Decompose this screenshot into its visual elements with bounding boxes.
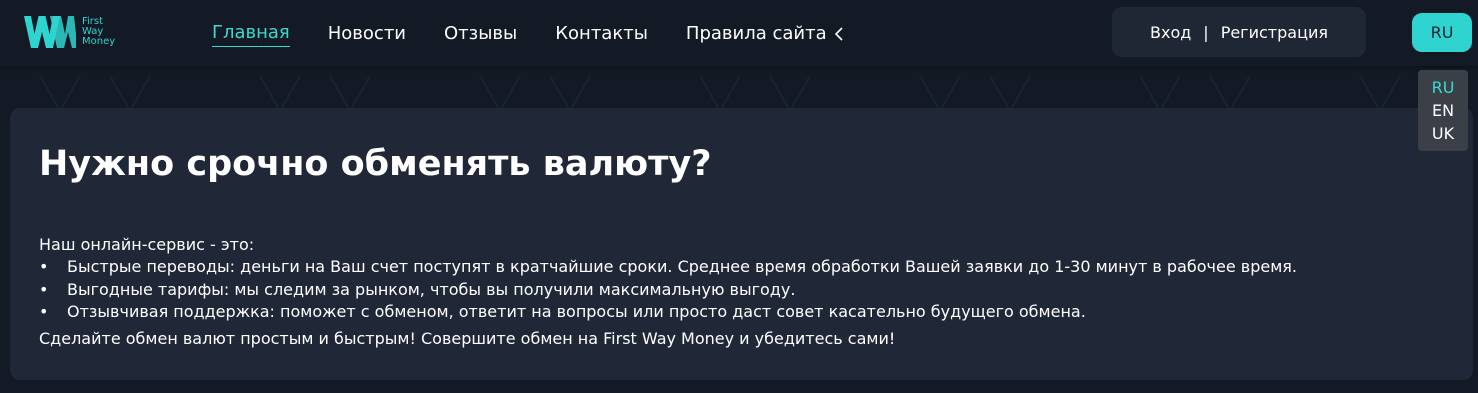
- list-item: • Отзывчивая поддержка: поможет с обмено…: [39, 301, 1297, 324]
- site-header: First Way Money Главная Новости Отзывы К…: [0, 0, 1478, 66]
- page-title: Нужно срочно обменять валюту?: [39, 144, 712, 184]
- main-nav: Главная Новости Отзывы Контакты Правила …: [212, 21, 881, 47]
- auth-box: Вход | Регистрация: [1112, 7, 1366, 57]
- bullet-icon: •: [39, 257, 49, 276]
- feature-list: • Быстрые переводы: деньги на Ваш счет п…: [39, 256, 1297, 324]
- register-link[interactable]: Регистрация: [1221, 23, 1328, 42]
- logo-text: First Way Money: [82, 17, 115, 47]
- language-option-en[interactable]: EN: [1418, 99, 1468, 122]
- nav-item-reviews[interactable]: Отзывы: [444, 22, 517, 46]
- bullet-icon: •: [39, 279, 49, 299]
- list-item-text: Отзывчивая поддержка: поможет с обменом,…: [67, 302, 1086, 321]
- nav-item-rules-label: Правила сайта: [685, 23, 827, 44]
- logo-line-3: Money: [82, 36, 116, 47]
- language-dropdown: RU EN UK: [1418, 70, 1468, 151]
- intro-card: Нужно срочно обменять валюту? Наш онлайн…: [10, 108, 1473, 380]
- bullet-icon: •: [39, 302, 49, 321]
- list-item-text: Быстрые переводы: деньги на Ваш счет пос…: [67, 257, 1297, 276]
- list-item-text: Выгодные тарифы: мы следим за рынком, чт…: [67, 279, 796, 299]
- list-item: • Выгодные тарифы: мы следим за рынком, …: [39, 279, 1297, 302]
- page: First Way Money Главная Новости Отзывы К…: [0, 0, 1478, 393]
- language-button[interactable]: RU: [1412, 13, 1472, 52]
- list-item: • Быстрые переводы: деньги на Ваш счет п…: [39, 256, 1297, 279]
- auth-separator: |: [1203, 22, 1209, 42]
- chevron-left-icon: [834, 27, 843, 41]
- outro-text: Сделайте обмен валют простым и быстрым! …: [39, 329, 896, 348]
- intro-text: Наш онлайн-сервис - это:: [39, 235, 255, 254]
- nav-item-rules[interactable]: Правила сайта: [686, 22, 843, 46]
- login-link[interactable]: Вход: [1150, 23, 1191, 42]
- logo[interactable]: First Way Money: [22, 14, 115, 50]
- logo-icon: [24, 16, 76, 48]
- nav-item-contacts[interactable]: Контакты: [555, 22, 648, 46]
- nav-item-news[interactable]: Новости: [328, 22, 406, 46]
- nav-item-home[interactable]: Главная: [212, 21, 290, 47]
- language-option-ru[interactable]: RU: [1418, 76, 1468, 99]
- language-option-uk[interactable]: UK: [1418, 122, 1468, 145]
